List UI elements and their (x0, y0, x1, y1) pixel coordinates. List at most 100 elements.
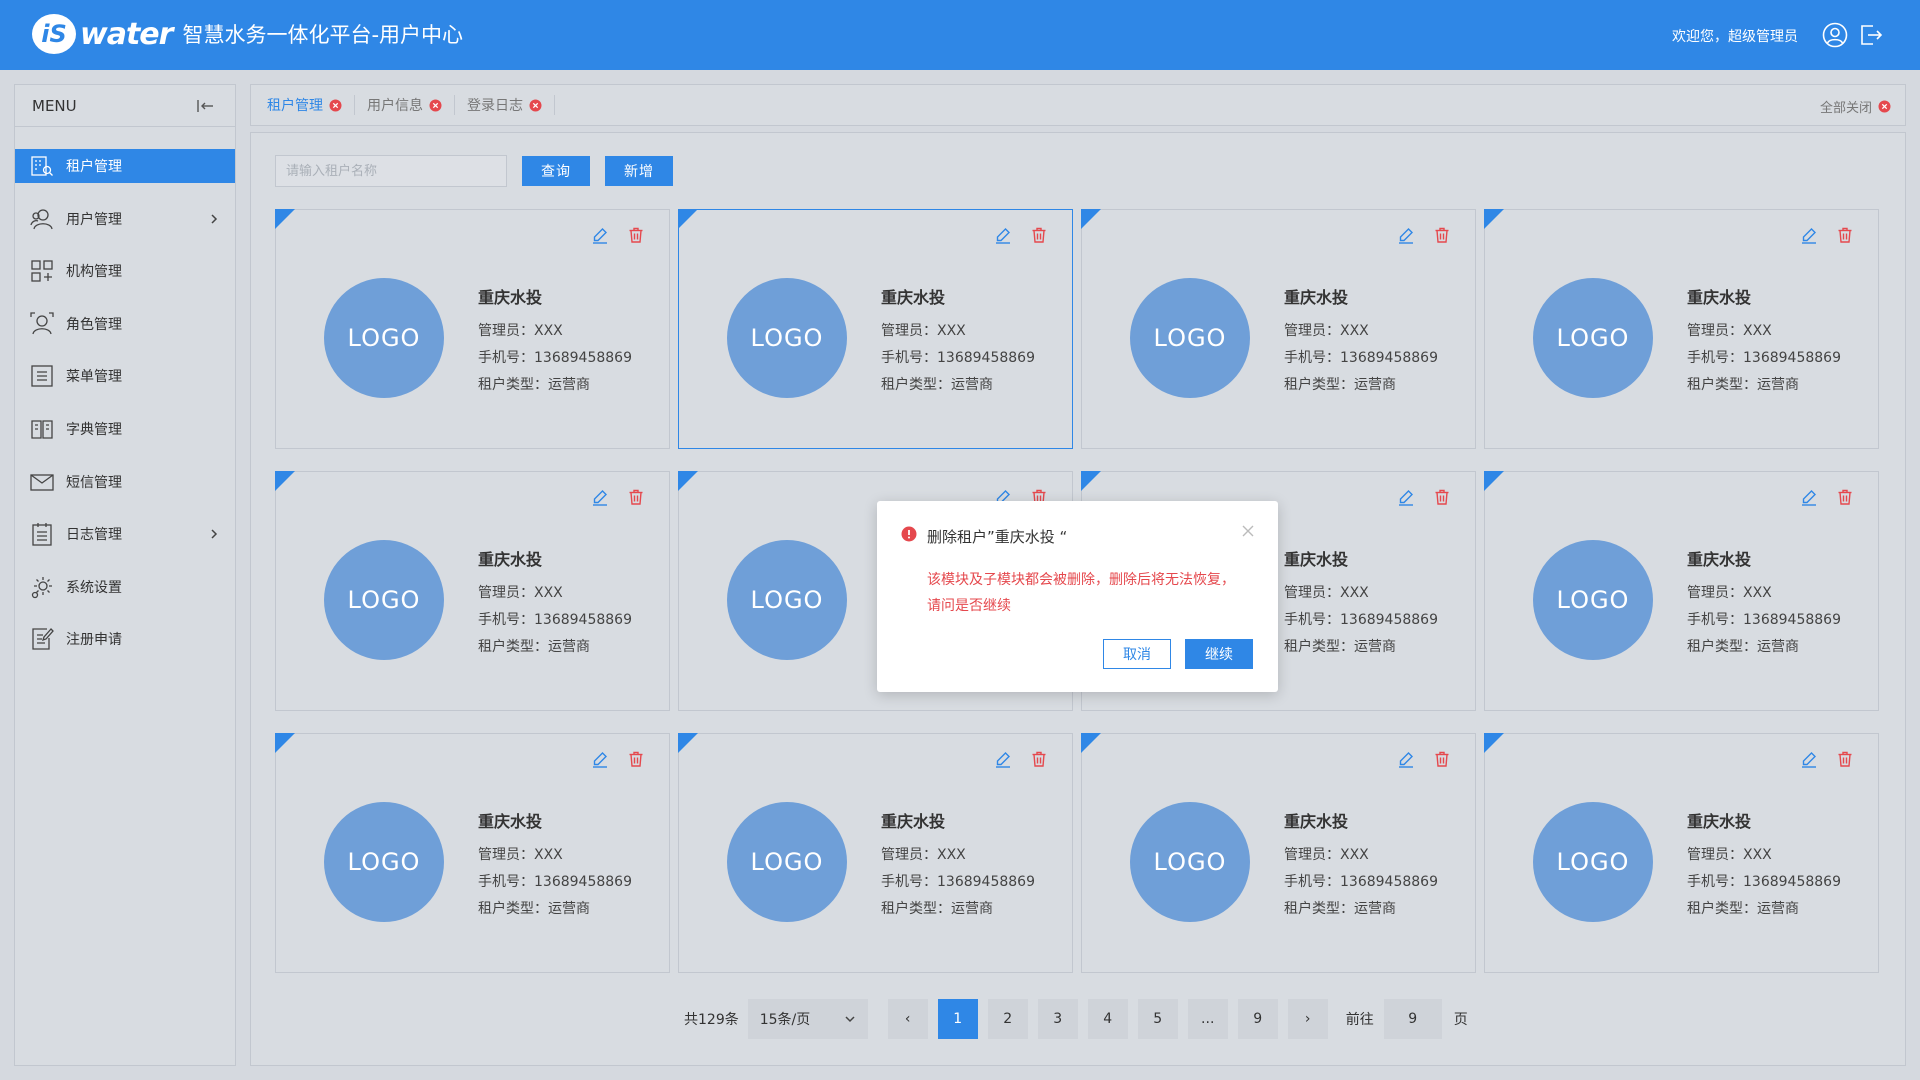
sidebar-item-menu[interactable]: 菜单管理 (15, 359, 235, 393)
card-corner-marker (678, 733, 698, 753)
tab-tenant[interactable]: 租户管理 (267, 95, 355, 115)
sidebar-item-users[interactable]: 用户管理 (15, 202, 235, 236)
menu-title: MENU (32, 96, 77, 115)
tenant-logo: LOGO (727, 278, 847, 398)
edit-icon[interactable] (591, 750, 609, 768)
tenant-card[interactable]: LOGO 重庆水投 管理员：XXX 手机号：13689458869 租户类型：运… (275, 209, 670, 449)
tenant-admin: 管理员：XXX (881, 847, 966, 863)
collapse-sidebar-icon[interactable] (195, 96, 215, 116)
edit-icon[interactable] (591, 226, 609, 244)
pagination: 共129条 15条/页 ‹ 12345...9 › 前往 页 (684, 999, 1468, 1039)
goto-page-input[interactable] (1383, 999, 1442, 1039)
page-number-button[interactable]: 4 (1087, 999, 1128, 1039)
delete-icon[interactable] (1836, 488, 1854, 506)
tenant-card[interactable]: LOGO 重庆水投 管理员：XXX 手机号：13689458869 租户类型：运… (678, 209, 1073, 449)
tenant-card[interactable]: LOGO 重庆水投 管理员：XXX 手机号：13689458869 租户类型：运… (1484, 209, 1879, 449)
tenant-type: 租户类型：运营商 (1687, 377, 1799, 393)
tenant-info: 重庆水投 管理员：XXX 手机号：13689458869 租户类型：运营商 (1284, 284, 1438, 399)
close-tab-icon[interactable] (429, 99, 442, 112)
sidebar-item-org[interactable]: 机构管理 (15, 254, 235, 288)
user-circle-icon[interactable] (1822, 22, 1848, 48)
prev-page-button[interactable]: ‹ (887, 999, 928, 1039)
tenant-card[interactable]: LOGO 重庆水投 管理员：XXX 手机号：13689458869 租户类型：运… (1081, 733, 1476, 973)
sidebar-item-tenant[interactable]: 租户管理 (15, 149, 235, 183)
cancel-button[interactable]: 取消 (1103, 639, 1171, 669)
tenant-info: 重庆水投 管理员：XXX 手机号：13689458869 租户类型：运营商 (1687, 284, 1841, 399)
tenant-phone: 手机号：13689458869 (1284, 612, 1438, 628)
tenant-card[interactable]: LOGO 重庆水投 管理员：XXX 手机号：13689458869 租户类型：运… (1484, 471, 1879, 711)
edit-icon[interactable] (1800, 488, 1818, 506)
page-number-button[interactable]: 2 (987, 999, 1028, 1039)
page-ellipsis[interactable]: ... (1187, 999, 1228, 1039)
tenant-phone: 手机号：13689458869 (1687, 874, 1841, 890)
delete-icon[interactable] (627, 488, 645, 506)
edit-icon[interactable] (591, 488, 609, 506)
tenant-phone: 手机号：13689458869 (1687, 350, 1841, 366)
sidebar: MENU 租户管理 用户管理 机构管理 角色管理 菜单管理 字典管理 短信管理 … (14, 84, 236, 1066)
sidebar-item-label: 注册申请 (66, 632, 122, 649)
tenant-admin: 管理员：XXX (1284, 847, 1369, 863)
close-icon[interactable] (1240, 523, 1256, 539)
close-all-tabs-button[interactable]: 全部关闭 (1820, 97, 1891, 116)
sidebar-item-sms[interactable]: 短信管理 (15, 465, 235, 499)
edit-icon[interactable] (1397, 226, 1415, 244)
tenant-card[interactable]: LOGO 重庆水投 管理员：XXX 手机号：13689458869 租户类型：运… (275, 471, 670, 711)
close-tab-icon[interactable] (329, 99, 342, 112)
tenant-phone: 手机号：13689458869 (478, 874, 632, 890)
sidebar-item-dictionary[interactable]: 字典管理 (15, 412, 235, 446)
delete-icon[interactable] (627, 226, 645, 244)
card-corner-marker (1081, 471, 1101, 491)
tenant-card[interactable]: LOGO 重庆水投 管理员：XXX 手机号：13689458869 租户类型：运… (1484, 733, 1879, 973)
sidebar-item-label: 日志管理 (66, 527, 122, 544)
page-number-button[interactable]: 1 (937, 999, 978, 1039)
tenant-card[interactable]: LOGO 重庆水投 管理员：XXX 手机号：13689458869 租户类型：运… (275, 733, 670, 973)
edit-icon[interactable] (1397, 488, 1415, 506)
sidebar-item-settings[interactable]: 系统设置 (15, 570, 235, 604)
close-tab-icon[interactable] (529, 99, 542, 112)
add-tenant-button[interactable]: 新增 (605, 156, 673, 186)
sidebar-item-register[interactable]: 注册申请 (15, 622, 235, 656)
chevron-right-icon (211, 214, 218, 224)
edit-icon[interactable] (1800, 750, 1818, 768)
continue-button[interactable]: 继续 (1185, 639, 1253, 669)
sidebar-item-log[interactable]: 日志管理 (15, 517, 235, 551)
page-number-button[interactable]: 3 (1037, 999, 1078, 1039)
tenant-search-input[interactable] (275, 155, 507, 187)
tab-login-log[interactable]: 登录日志 (467, 95, 555, 115)
edit-icon[interactable] (994, 750, 1012, 768)
page-size-select[interactable]: 15条/页 (747, 999, 868, 1039)
tenant-card[interactable]: LOGO 重庆水投 管理员：XXX 手机号：13689458869 租户类型：运… (678, 733, 1073, 973)
welcome-text: 欢迎您，超级管理员 (1672, 29, 1798, 45)
tab-user-info[interactable]: 用户信息 (367, 95, 455, 115)
page-number-button[interactable]: 5 (1137, 999, 1178, 1039)
delete-icon[interactable] (1836, 226, 1854, 244)
edit-icon[interactable] (1397, 750, 1415, 768)
tenant-name: 重庆水投 (1687, 550, 1752, 569)
delete-icon[interactable] (1433, 750, 1451, 768)
total-count: 共129条 (684, 1012, 739, 1028)
tenant-logo: LOGO (727, 802, 847, 922)
logout-icon[interactable] (1858, 22, 1884, 48)
delete-icon[interactable] (1433, 488, 1451, 506)
card-corner-marker (678, 209, 698, 229)
delete-icon[interactable] (1030, 226, 1048, 244)
delete-icon[interactable] (627, 750, 645, 768)
sms-icon (30, 473, 54, 491)
delete-icon[interactable] (1836, 750, 1854, 768)
tab-bar: 租户管理 用户信息 登录日志 全部关闭 (250, 84, 1906, 126)
edit-icon[interactable] (1800, 226, 1818, 244)
logo-mark: iS (32, 14, 76, 54)
tenant-phone: 手机号：13689458869 (478, 612, 632, 628)
edit-icon[interactable] (994, 226, 1012, 244)
card-corner-marker (678, 471, 698, 491)
delete-icon[interactable] (1030, 750, 1048, 768)
next-page-button[interactable]: › (1287, 999, 1328, 1039)
query-button[interactable]: 查询 (522, 156, 590, 186)
tenant-card[interactable]: LOGO 重庆水投 管理员：XXX 手机号：13689458869 租户类型：运… (1081, 209, 1476, 449)
tab-label: 用户信息 (367, 98, 423, 114)
warning-icon (901, 526, 917, 542)
page-number-button[interactable]: 9 (1237, 999, 1278, 1039)
tenant-name: 重庆水投 (1687, 288, 1752, 307)
delete-icon[interactable] (1433, 226, 1451, 244)
sidebar-item-role[interactable]: 角色管理 (15, 307, 235, 341)
